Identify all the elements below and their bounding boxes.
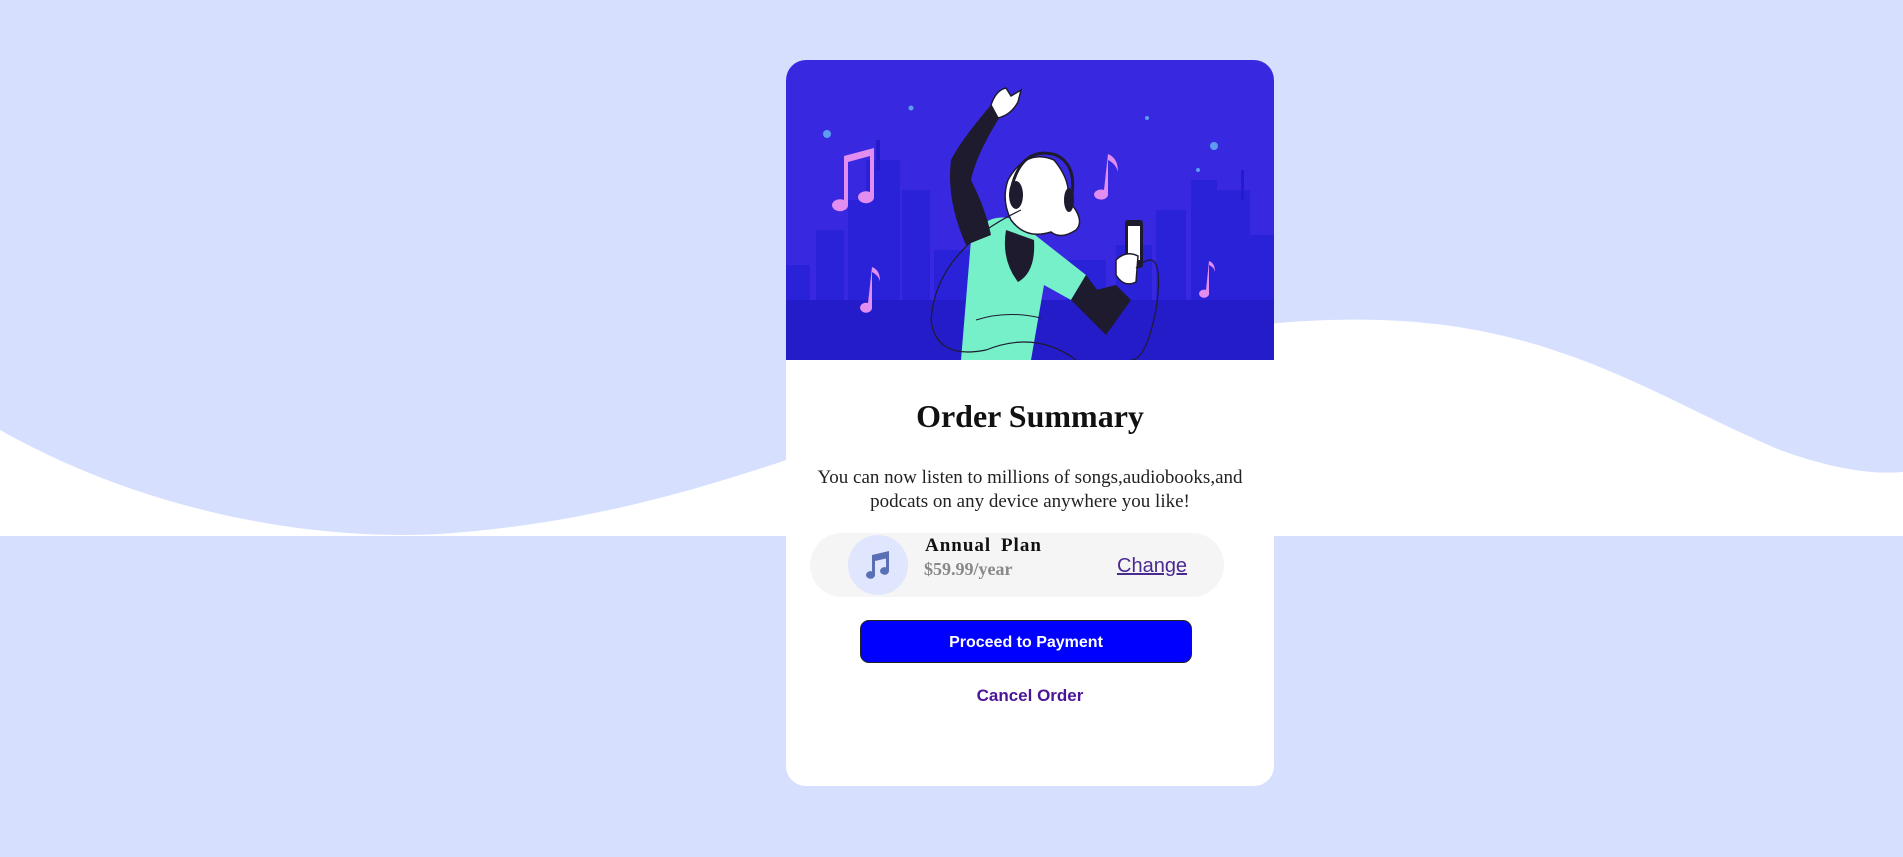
change-plan-link[interactable]: Change (1117, 555, 1187, 578)
proceed-to-payment-button[interactable]: Proceed to Payment (860, 620, 1192, 663)
plan-name: Annual Plan (925, 535, 1042, 556)
cancel-order-button[interactable]: Cancel Order (786, 686, 1274, 706)
music-note-icon (848, 535, 908, 595)
plan-price: $59.99/year (924, 559, 1013, 579)
hero-illustration (786, 60, 1274, 360)
page-title: Order Summary (916, 398, 1144, 434)
plan-panel: Annual Plan $59.99/year Change (810, 533, 1224, 597)
order-summary-card: Order Summary You can now listen to mill… (786, 60, 1274, 786)
summary-description: You can now listen to millions of songs,… (817, 467, 1243, 512)
